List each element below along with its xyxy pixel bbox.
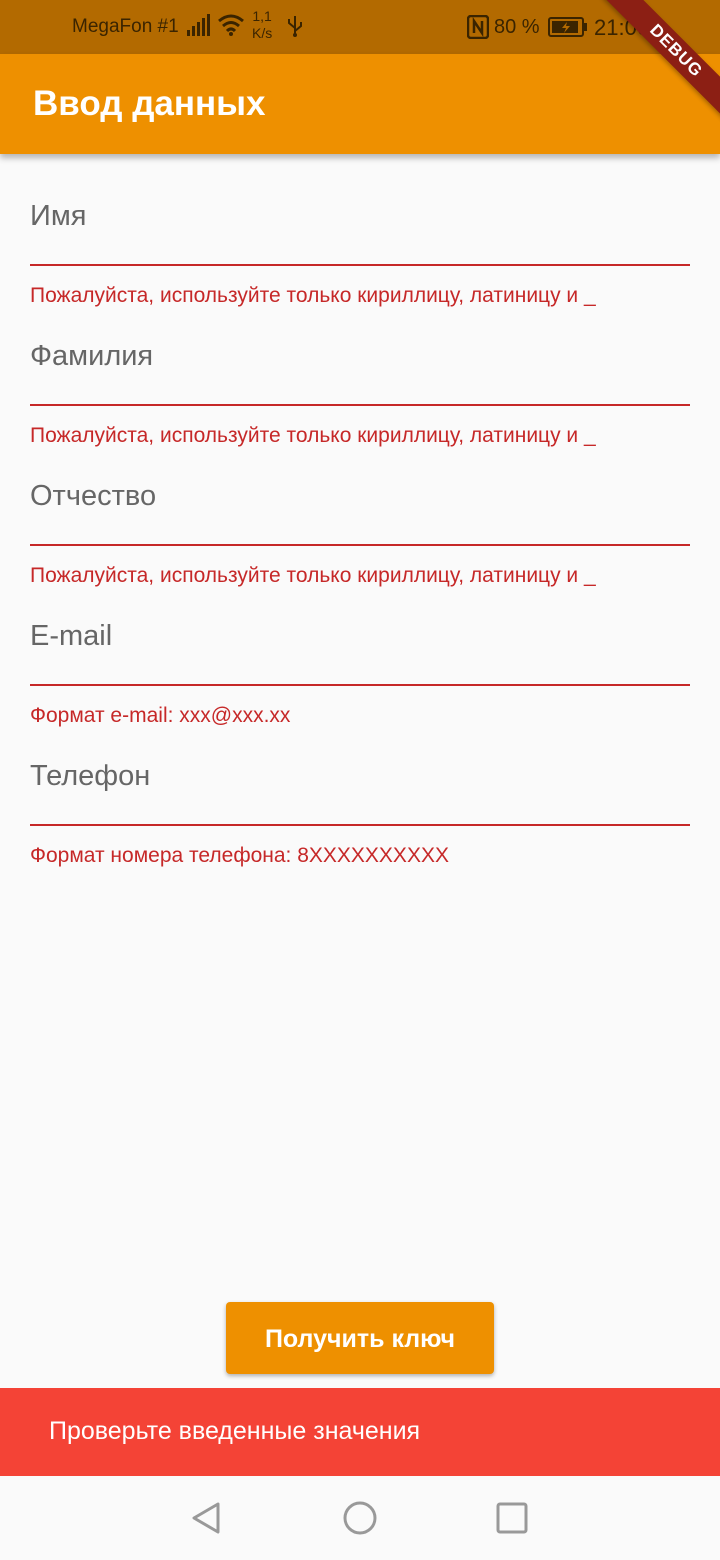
last-name-label: Фамилия — [30, 340, 154, 372]
network-speed-unit: K/s — [252, 25, 273, 41]
last-name-field[interactable]: Фамилия Пожалуйста, используйте только к… — [30, 294, 690, 447]
signal-icon — [187, 14, 211, 41]
status-bar: MegaFon #1 1,1 K/s 80 % 21:06 — [0, 0, 720, 54]
battery-icon — [548, 17, 588, 42]
navigation-bar — [0, 1476, 720, 1560]
data-entry-form: Имя Пожалуйста, используйте только кирил… — [30, 154, 690, 867]
get-key-button[interactable]: Получить ключ — [226, 1302, 494, 1374]
error-snackbar: Проверьте введенные значения — [0, 1388, 720, 1476]
nfc-icon — [466, 14, 490, 44]
back-icon[interactable] — [188, 1500, 224, 1541]
page-title: Ввод данных — [33, 84, 266, 123]
wifi-icon — [217, 13, 245, 42]
patronymic-underline — [30, 544, 690, 546]
email-underline — [30, 684, 690, 686]
patronymic-field[interactable]: Отчество Пожалуйста, используйте только … — [30, 434, 690, 587]
last-name-underline — [30, 404, 690, 406]
first-name-label: Имя — [30, 200, 87, 232]
patronymic-label: Отчество — [30, 480, 157, 512]
usb-icon — [287, 14, 303, 43]
email-label: E-mail — [30, 620, 113, 652]
battery-percent: 80 % — [494, 16, 540, 38]
network-speed-value: 1,1 — [252, 8, 272, 24]
snackbar-message: Проверьте введенные значения — [49, 1417, 421, 1445]
phone-error: Формат номера телефона: 8XXXXXXXXXX — [30, 844, 449, 867]
home-icon[interactable] — [342, 1500, 378, 1541]
phone-field[interactable]: Телефон Формат номера телефона: 8XXXXXXX… — [30, 714, 690, 867]
email-field[interactable]: E-mail Формат e-mail: xxx@xxx.xx — [30, 574, 690, 727]
carrier-name: MegaFon #1 — [72, 16, 179, 37]
first-name-underline — [30, 264, 690, 266]
first-name-field[interactable]: Имя Пожалуйста, используйте только кирил… — [30, 154, 690, 307]
phone-underline — [30, 824, 690, 826]
app-bar: Ввод данных — [0, 54, 720, 154]
recent-apps-icon[interactable] — [496, 1502, 528, 1539]
network-speed: 1,1 K/s — [252, 8, 272, 42]
phone-label: Телефон — [30, 760, 151, 792]
